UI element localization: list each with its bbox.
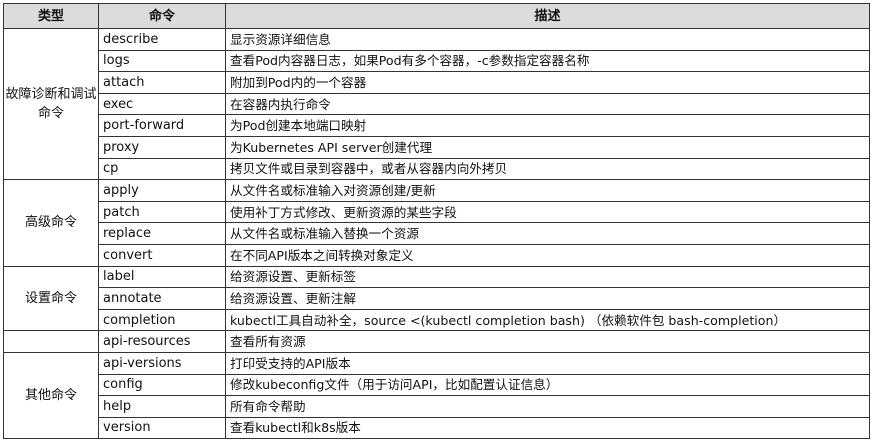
description-cell: 从文件名或标准输入对资源创建/更新 (225, 179, 870, 202)
table-row: port-forward 为Pod创建本地端口映射 (4, 114, 870, 137)
description-cell: 查看Pod内容器日志，如果Pod有多个容器，-c参数指定容器名称 (225, 49, 870, 73)
kubectl-command-table-container: 类型 命令 描述 故障诊断和调试命令 describe 显示资源详细信息 log… (3, 3, 870, 440)
table-row: version 查看kubectl和k8s版本 (4, 416, 870, 440)
description-cell: 附加到Pod内的一个容器 (225, 71, 870, 94)
table-row: 故障诊断和调试命令 describe 显示资源详细信息 (3, 27, 870, 181)
description-cell: 从文件名或标准输入替换一个资源 (225, 222, 870, 245)
table-row: api-resources 查看所有资源 (3, 330, 870, 353)
header-command: 命令 (98, 3, 226, 29)
kubectl-command-table: 类型 命令 描述 故障诊断和调试命令 describe 显示资源详细信息 log… (3, 3, 870, 440)
table-row: replace 从文件名或标准输入替换一个资源 (4, 222, 870, 245)
table-row: config 修改kubeconfig文件（用于访问API，比如配置认证信息） (4, 373, 870, 397)
command-cell: patch (98, 200, 226, 224)
table-row: logs 查看Pod内容器日志，如果Pod有多个容器，-c参数指定容器名称 (4, 49, 870, 73)
category-cell: 其他命令 (3, 351, 99, 440)
command-cell: exec (98, 92, 226, 116)
description-cell: 为Kubernetes API server创建代理 (225, 135, 870, 159)
table-row: 设置命令 label 给资源设置、更新标签 (3, 265, 870, 332)
command-cell: attach (98, 71, 226, 94)
table-row: annotate 给资源设置、更新注解 (4, 287, 870, 310)
table-row: 其他命令 api-versions 打印受支持的API版本 (3, 351, 870, 440)
command-cell: apply (98, 179, 226, 202)
table-row: cp 拷贝文件或目录到容器中，或者从容器内向外拷贝 (4, 157, 870, 181)
command-cell: completion (98, 308, 226, 332)
command-cell: api-resources (98, 330, 226, 353)
description-cell: 打印受支持的API版本 (225, 351, 870, 375)
table-row: proxy 为Kubernetes API server创建代理 (4, 135, 870, 159)
description-cell: 拷贝文件或目录到容器中，或者从容器内向外拷贝 (225, 157, 870, 181)
category-cell (3, 330, 99, 353)
description-cell: 修改kubeconfig文件（用于访问API，比如配置认证信息） (225, 373, 870, 397)
table-header-row: 类型 命令 描述 (3, 3, 870, 29)
command-cell: help (98, 395, 226, 418)
command-cell: logs (98, 49, 226, 73)
description-cell: 为Pod创建本地端口映射 (225, 114, 870, 137)
description-cell: 显示资源详细信息 (225, 28, 870, 51)
description-cell: 查看kubectl和k8s版本 (225, 416, 870, 440)
description-cell: 在不同API版本之间转换对象定义 (225, 243, 870, 267)
description-cell: 所有命令帮助 (225, 395, 870, 418)
description-cell: kubectl工具自动补全，source <(kubectl completio… (225, 308, 870, 332)
category-cell: 设置命令 (3, 265, 99, 332)
table-row: completion kubectl工具自动补全，source <(kubect… (4, 308, 870, 332)
command-cell: proxy (98, 135, 226, 159)
command-cell: convert (98, 243, 226, 267)
description-cell: 给资源设置、更新标签 (225, 265, 870, 289)
table-row: patch 使用补丁方式修改、更新资源的某些字段 (4, 200, 870, 224)
command-cell: replace (98, 222, 226, 245)
category-cell: 故障诊断和调试命令 (3, 27, 99, 181)
category-cell: 高级命令 (3, 179, 99, 267)
command-cell: cp (98, 157, 226, 181)
command-cell: version (98, 416, 226, 440)
description-cell: 查看所有资源 (225, 330, 870, 353)
header-description: 描述 (225, 3, 870, 29)
command-cell: label (98, 265, 226, 289)
command-cell: config (98, 373, 226, 397)
table-row: help 所有命令帮助 (4, 395, 870, 418)
table-row: attach 附加到Pod内的一个容器 (4, 71, 870, 94)
table-row: convert 在不同API版本之间转换对象定义 (4, 243, 870, 267)
table-row: exec 在容器内执行命令 (4, 92, 870, 116)
description-cell: 使用补丁方式修改、更新资源的某些字段 (225, 200, 870, 224)
table-row: 高级命令 apply 从文件名或标准输入对资源创建/更新 (3, 179, 870, 267)
command-cell: annotate (98, 287, 226, 310)
description-cell: 给资源设置、更新注解 (225, 287, 870, 310)
description-cell: 在容器内执行命令 (225, 92, 870, 116)
command-cell: describe (98, 28, 226, 51)
header-type: 类型 (3, 3, 99, 29)
command-cell: port-forward (98, 114, 226, 137)
command-cell: api-versions (98, 351, 226, 375)
